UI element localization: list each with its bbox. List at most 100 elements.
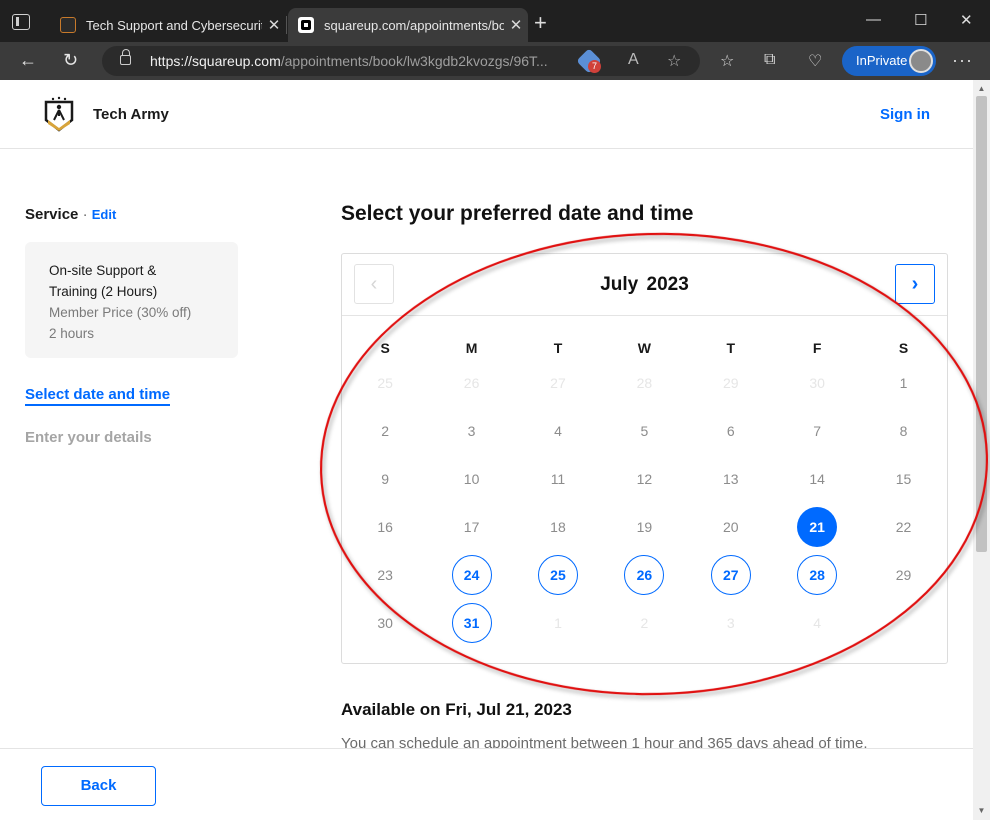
close-tab-icon[interactable]: ✕	[504, 16, 528, 34]
calendar-day: 30	[342, 602, 428, 644]
calendar-day-number: 14	[809, 471, 825, 487]
calendar-day-outside-month: 28	[601, 362, 687, 404]
calendar-day-number	[884, 603, 924, 643]
calendar-day-available[interactable]: 24	[428, 554, 514, 596]
calendar-day-number: 24	[451, 555, 492, 595]
back-arrow-icon[interactable]: ←	[19, 50, 37, 70]
calendar-day: 18	[515, 506, 601, 548]
url-text: https://squareup.com/appointments/book/l…	[150, 53, 548, 69]
calendar-grid: SMTWTFS 25 26 27 28 29 30 1 2 3 4 5 6 7 8 9 10 11 12 13 14 1…	[342, 340, 947, 644]
weekday-label: M	[465, 340, 478, 356]
calendar-day-number: 27	[710, 555, 751, 595]
calendar-day-outside-month: 29	[688, 362, 774, 404]
scroll-up-arrow-icon[interactable]: ▲	[976, 84, 987, 93]
site-header: Tech Army Sign in	[0, 80, 973, 149]
extension-badge: 7	[588, 60, 601, 73]
weekday-label: T	[726, 340, 736, 356]
calendar-week-row: 9 10 11 12 13 14 15	[342, 458, 947, 500]
minimize-icon[interactable]: —	[866, 11, 881, 28]
calendar-day: 19	[601, 506, 687, 548]
calendar-day-number: 6	[726, 423, 735, 439]
calendar-day-number: 4	[813, 615, 822, 631]
calendar-day-number: 3	[467, 423, 476, 439]
calendar-day-available[interactable]: 27	[688, 554, 774, 596]
calendar-day-number: 16	[377, 519, 393, 535]
browser-essentials-icon[interactable]: ♡	[808, 51, 822, 71]
site-favicon-icon	[60, 17, 76, 33]
calendar-week-row: 30 31 1 2 3 4	[342, 602, 947, 644]
calendar-day-outside-month: 4	[774, 602, 860, 644]
calendar-day-available[interactable]: 28	[774, 554, 860, 596]
separator: ·	[82, 206, 88, 223]
collections-icon[interactable]: ⧉	[764, 51, 775, 69]
maximize-icon[interactable]: ☐	[914, 11, 927, 29]
calendar-day: 15	[860, 458, 946, 500]
browser-tab-active[interactable]: squareup.com/appointments/bo ✕	[288, 8, 528, 42]
weekday-label: T	[553, 340, 563, 356]
calendar-day: 29	[860, 554, 946, 596]
browser-tab-strip: Tech Support and Cybersecurity ✕ squareu…	[0, 0, 990, 42]
more-options-icon[interactable]: ···	[952, 50, 973, 71]
calendar-day-available[interactable]: 25	[515, 554, 601, 596]
sign-in-link[interactable]: Sign in	[880, 106, 930, 123]
calendar-day: 14	[774, 458, 860, 500]
scroll-down-arrow-icon[interactable]: ▼	[976, 806, 987, 815]
calendar-day-number: 20	[722, 519, 739, 535]
read-aloud-icon[interactable]: A	[628, 51, 639, 69]
calendar-day-number: 18	[550, 519, 566, 535]
brand-name: Tech Army	[93, 106, 169, 123]
step-select-date-time[interactable]: Select date and time	[25, 386, 171, 406]
calendar-day: 23	[342, 554, 428, 596]
calendar-day-number: 23	[377, 567, 393, 583]
calendar-day-available[interactable]: 31	[428, 602, 514, 644]
calendar-day-outside-month: 3	[688, 602, 774, 644]
back-button[interactable]: Back	[41, 766, 156, 806]
next-month-button[interactable]: ›	[895, 264, 935, 304]
weekday-header-row: SMTWTFS	[342, 340, 947, 356]
lock-icon[interactable]	[120, 49, 131, 65]
new-tab-icon[interactable]: +	[534, 12, 547, 34]
calendar-day-number: 4	[554, 423, 562, 439]
scrollbar-thumb[interactable]	[976, 96, 987, 552]
calendar-day: 2	[342, 410, 428, 452]
calendar-day-number: 12	[636, 471, 653, 487]
tab-actions-icon[interactable]	[12, 14, 30, 30]
calendar-day-number: 15	[895, 471, 912, 487]
calendar-day-number: 19	[636, 519, 653, 535]
calendar-day-number: 5	[640, 423, 649, 439]
favorite-star-icon[interactable]: ☆	[667, 51, 681, 71]
calendar-day-number: 17	[463, 519, 480, 535]
calendar-day-number: 1	[554, 615, 562, 631]
calendar: ‹ July 2023 › SMTWTFS 25 26 27 28 29 30 1 2 3 4 5 6…	[341, 253, 948, 664]
calendar-day: 3	[428, 410, 514, 452]
calendar-day-outside-month	[860, 602, 946, 644]
calendar-weeks: 25 26 27 28 29 30 1 2 3 4 5 6 7 8 9 10 11 12 13 14 15 16 17 18 1…	[342, 362, 947, 644]
availability-heading: Available on Fri, Jul 21, 2023	[341, 700, 572, 719]
tech-army-logo-icon	[44, 96, 74, 132]
calendar-day-outside-month: 2	[601, 602, 687, 644]
browser-tab[interactable]: Tech Support and Cybersecurity ✕	[50, 8, 286, 42]
calendar-day-available[interactable]: 26	[601, 554, 687, 596]
booking-page: Tech Army Sign in Service · Edit On-site…	[0, 80, 973, 820]
inprivate-button[interactable]: InPrivate	[842, 46, 936, 76]
service-summary-card: On-site Support & Training (2 Hours) Mem…	[25, 242, 238, 358]
calendar-day-selected[interactable]: 21	[774, 506, 860, 548]
page-footer: Back	[0, 748, 973, 820]
close-tab-icon[interactable]: ✕	[262, 16, 286, 34]
tab-title: squareup.com/appointments/bo	[324, 17, 504, 33]
service-heading: Service · Edit	[25, 206, 116, 223]
calendar-day: 11	[515, 458, 601, 500]
refresh-icon[interactable]: ↻	[63, 50, 78, 70]
calendar-day-number: 31	[451, 603, 492, 643]
favorites-icon[interactable]: ☆	[720, 51, 734, 71]
calendar-day-number: 25	[537, 555, 578, 595]
address-bar[interactable]: https://squareup.com/appointments/book/l…	[102, 46, 700, 76]
edit-service-link[interactable]: Edit	[92, 207, 117, 222]
calendar-year: 2023	[646, 274, 689, 295]
square-favicon-icon	[298, 17, 314, 33]
calendar-day-outside-month: 30	[774, 362, 860, 404]
calendar-day-number: 30	[809, 375, 825, 391]
calendar-day: 20	[688, 506, 774, 548]
calendar-day-number: 10	[463, 471, 480, 487]
close-window-icon[interactable]: ✕	[960, 11, 973, 29]
